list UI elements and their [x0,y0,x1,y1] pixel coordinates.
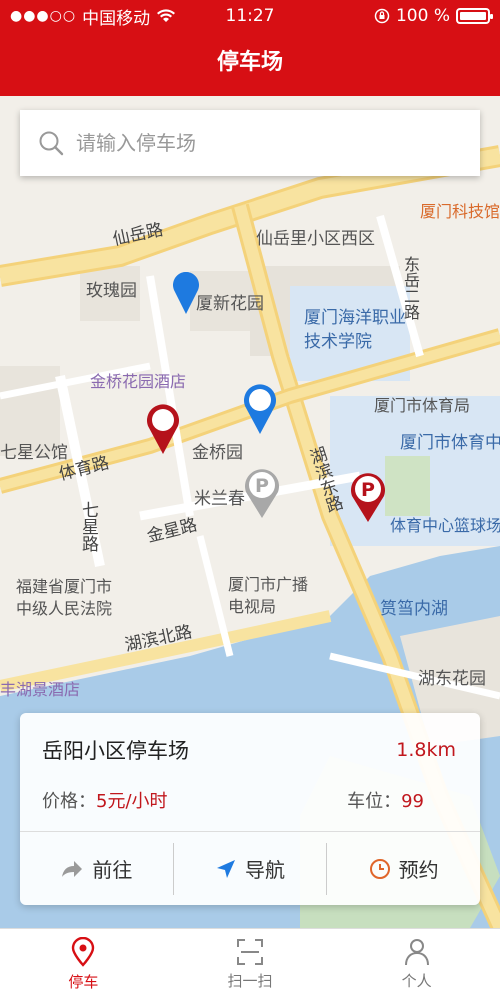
tab-parking[interactable]: 停车 [0,929,167,1000]
reserve-button[interactable]: 预约 [326,842,480,895]
parking-info-card: 岳阳小区停车场 1.8km 价格：5元/小时 车位：99 前往 导航 预约 [20,713,480,905]
map-label: 仙岳里小区西区 [256,229,375,249]
search-input[interactable] [76,131,456,155]
location-pin-icon[interactable] [240,380,280,436]
wifi-icon [157,9,176,22]
map-label-poi: 体育中心篮球场 [390,516,500,535]
clock: 11:27 [225,6,275,26]
price-value: 5元/小时 [96,791,168,812]
go-label: 前往 [92,858,133,882]
clock-icon [369,858,390,879]
top-bar: ●●●○○ 中国移动 11:27 100 % 停车场 [0,0,500,96]
search-bar[interactable] [20,110,480,176]
parking-distance: 1.8km [396,739,456,761]
navigate-label: 导航 [245,858,285,882]
reserve-label: 预约 [398,858,439,882]
map-label-poi: 金桥花园酒店 [90,372,187,391]
parking-pin-icon[interactable] [143,400,183,456]
card-actions: 前往 导航 预约 [20,831,480,905]
battery-text: 100 % [395,6,450,26]
svg-text:P: P [361,479,375,501]
parking-name: 岳阳小区停车场 [42,739,189,763]
map-label: 金桥园 [192,443,243,463]
battery-level [460,12,486,20]
tab-profile-label: 个人 [401,972,432,990]
spaces-label: 车位： [347,791,402,812]
status-bar: ●●●○○ 中国移动 11:27 100 % [0,0,500,32]
tab-parking-label: 停车 [68,973,99,991]
location-pin-icon[interactable] [170,268,202,316]
location-icon [72,937,95,967]
go-button[interactable]: 前往 [20,843,173,895]
svg-text:P: P [255,475,269,497]
tab-scan[interactable]: 扫一扫 [167,929,334,1000]
spaces-info: 车位：99 [347,787,424,813]
tab-scan-label: 扫一扫 [227,972,273,990]
rotation-lock-icon [374,8,390,24]
map-label-road: 七星路 [78,501,98,552]
price-info: 价格：5元/小时 [42,787,168,813]
scan-icon [237,939,263,965]
carrier-label: 中国移动 [82,8,151,29]
parking-pin-icon[interactable]: P [240,464,284,520]
user-icon [404,939,429,966]
parking-pin-icon[interactable]: P [346,468,390,524]
navigation-arrow-icon [217,859,235,878]
map-label: 米兰春 [194,489,245,509]
battery-icon [456,8,493,24]
map-label: 玫瑰园 [86,281,137,301]
map-label-poi: 厦门市体育局 [374,396,471,415]
map-label-poi: 厦门海洋职业技术学院 [304,308,406,352]
forward-arrow-icon [62,860,83,877]
map-label-poi: 福建省厦门市中级人民法院 [16,577,113,618]
map-label-poi: 丰湖景酒店 [0,680,81,699]
navigate-button[interactable]: 导航 [172,842,327,895]
spaces-value: 99 [401,791,424,812]
map-label: 湖东花园 [418,669,486,689]
map-label-poi: 厦门市体育中 [400,433,500,453]
map-label-poi: 厦门科技馆 [420,202,500,221]
search-icon [39,131,64,156]
signal-icon: ●●●○○ [10,8,77,24]
tab-bar: 停车 扫一扫 个人 [0,928,500,1000]
page-title: 停车场 [216,50,283,75]
price-label: 价格： [42,791,96,812]
map-label: 厦新花园 [196,294,264,314]
map-label-water: 筼筜内湖 [380,599,448,619]
map-label-poi: 厦门市广播电视局 [228,575,309,616]
tab-profile[interactable]: 个人 [333,929,500,1000]
